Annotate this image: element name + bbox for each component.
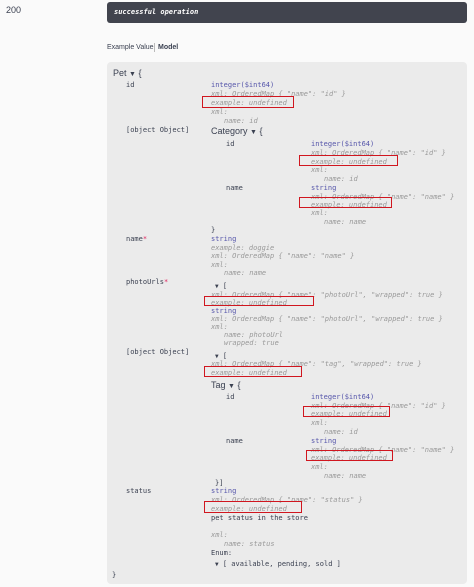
tab-example-value[interactable]: Example Value xyxy=(107,44,154,51)
category-name-name: name xyxy=(226,184,243,192)
category-id-name: id xyxy=(226,140,235,148)
highlight-box xyxy=(299,155,398,166)
category-id-type: integer($int64) xyxy=(311,140,375,148)
prop-name-type: string xyxy=(211,235,237,243)
photourls-item-xml: xml: OrderedMap { "name": "photoUrl", "w… xyxy=(211,315,443,323)
highlight-box xyxy=(204,296,314,306)
prop-id-xml-label: xml: xyxy=(211,108,228,116)
pet-title: Pet xyxy=(113,68,127,78)
tag-id-name: id xyxy=(226,393,235,401)
tab-model[interactable]: Model xyxy=(158,44,178,51)
prop-id-xml-name: name: id xyxy=(224,117,258,125)
response-description: successful operation xyxy=(114,8,199,16)
response-status-code: 200 xyxy=(6,5,22,15)
chevron-down-icon[interactable]: ▼ xyxy=(250,129,257,136)
prop-status-type: string xyxy=(211,487,237,495)
tab-divider xyxy=(154,43,155,52)
category-id-xml-label: xml: xyxy=(311,166,328,174)
tag-id-type: integer($int64) xyxy=(311,393,375,401)
highlight-box xyxy=(204,366,302,377)
category-title[interactable]: Category ▼ { xyxy=(211,126,263,136)
prop-status-description: pet status in the store xyxy=(211,514,308,522)
prop-status-xml-name: name: status xyxy=(224,540,275,548)
tag-name-xml-name: name: name xyxy=(324,472,367,480)
tag-name-type: string xyxy=(311,437,337,445)
highlight-box xyxy=(306,450,393,461)
tag-id-xml-label: xml: xyxy=(311,419,328,427)
highlight-box xyxy=(299,197,392,208)
photourls-xml-wrapped: wrapped: true xyxy=(224,339,279,347)
highlight-box xyxy=(303,406,390,417)
chevron-down-icon: ▼ xyxy=(215,283,219,290)
tag-name-name: name xyxy=(226,437,243,445)
category-name-xml-label: xml: xyxy=(311,209,328,217)
prop-status-enum-label: Enum: xyxy=(211,549,233,557)
prop-tags-name: [object Object] xyxy=(126,348,190,356)
pet-open-brace: { xyxy=(138,68,142,78)
prop-id-name: id xyxy=(126,81,135,89)
pet-close-brace: } xyxy=(112,571,117,579)
category-name-xml-name: name: name xyxy=(324,218,367,226)
prop-status-xml-label: xml: xyxy=(211,531,228,539)
chevron-down-icon[interactable]: ▼ xyxy=(228,383,235,390)
prop-status-name: status xyxy=(126,487,152,495)
prop-name-xml-name: name: name xyxy=(224,269,267,277)
model-title-pet[interactable]: Pet ▼ { xyxy=(113,68,142,78)
status-enum-toggle[interactable]: ▼ [ available, pending, sold ] xyxy=(215,560,341,569)
required-marker: * xyxy=(163,278,169,286)
highlight-box xyxy=(202,96,294,108)
prop-name-name: name* xyxy=(126,235,148,243)
tag-id-xml-name: name: id xyxy=(324,428,358,436)
tag-name-xml-label: xml: xyxy=(311,463,328,471)
category-id-xml-name: name: id xyxy=(324,175,358,183)
prop-id-type: integer($int64) xyxy=(211,81,275,89)
chevron-down-icon: ▼ xyxy=(215,561,219,568)
prop-category-name: [object Object] xyxy=(126,126,190,134)
category-close-brace: } xyxy=(211,226,216,234)
chevron-down-icon: ▼ xyxy=(215,353,219,360)
prop-name-xml: xml: OrderedMap { "name": "name" } xyxy=(211,252,355,260)
required-marker: * xyxy=(142,235,148,243)
category-name-type: string xyxy=(311,184,337,192)
photourls-array-toggle[interactable]: ▼ [ xyxy=(215,282,227,291)
highlight-box xyxy=(204,501,302,513)
chevron-down-icon[interactable]: ▼ xyxy=(129,71,136,78)
prop-photourls-name: photoUrls* xyxy=(126,278,169,286)
tag-title[interactable]: Tag ▼ { xyxy=(211,380,241,390)
